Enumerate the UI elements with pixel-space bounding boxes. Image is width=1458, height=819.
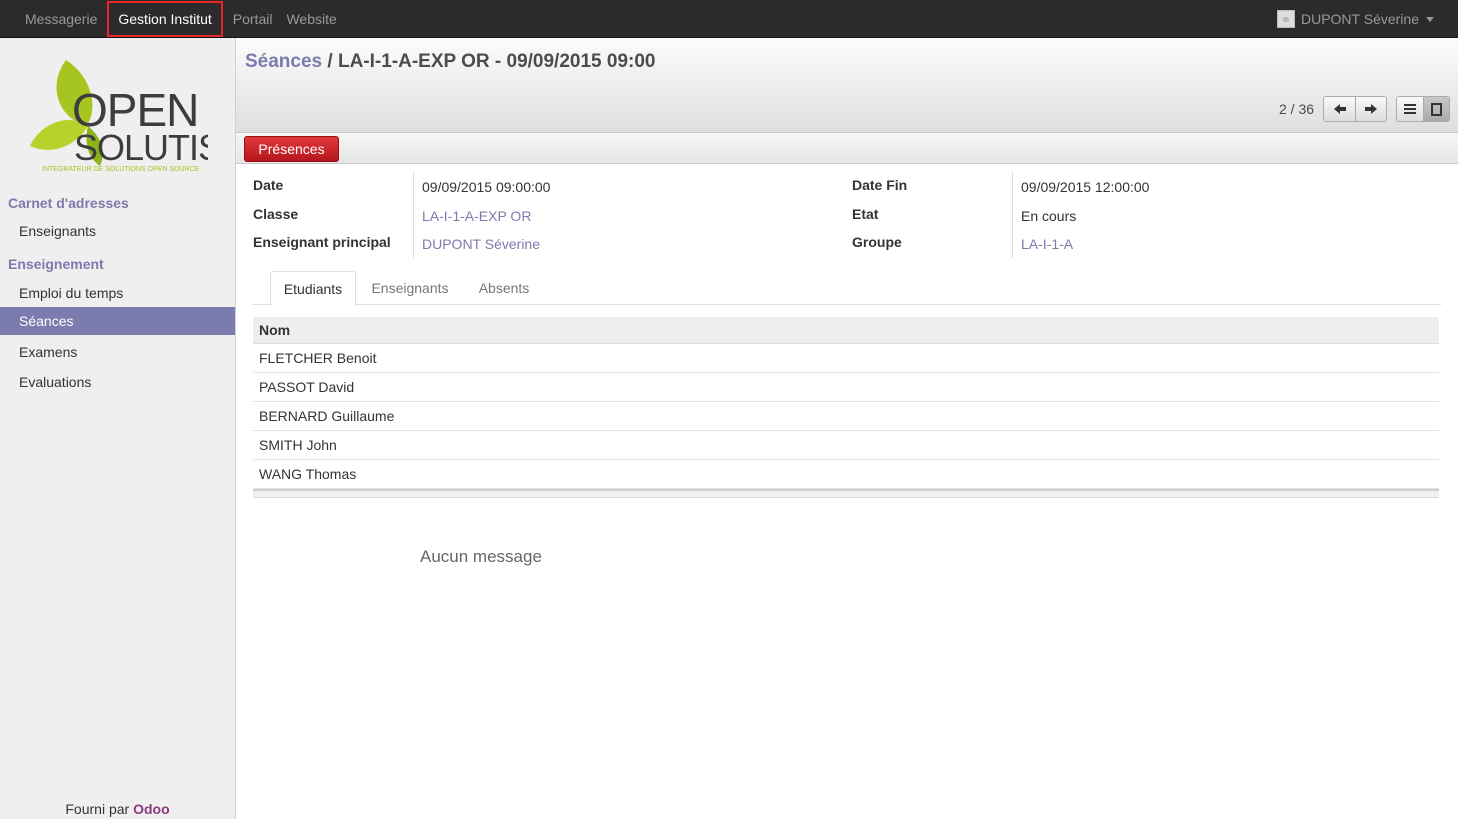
menu-messagerie[interactable]: Messagerie xyxy=(18,0,104,38)
tab-etudiants[interactable]: Etudiants xyxy=(270,271,356,306)
classe-label: Classe xyxy=(253,206,299,222)
menu-portail[interactable]: Portail xyxy=(226,0,280,38)
students-table: Nom FLETCHER Benoit PASSOT David BERNARD… xyxy=(253,317,1439,498)
column-header-nom[interactable]: Nom xyxy=(253,317,1439,344)
menu-website[interactable]: Website xyxy=(279,0,343,38)
pager-counter: 2 / 36 xyxy=(1279,101,1315,117)
user-name: DUPONT Séverine xyxy=(1300,11,1419,27)
classe-link[interactable]: LA-I-1-A-EXP OR xyxy=(422,208,531,224)
table-row[interactable]: WANG Thomas xyxy=(253,460,1439,489)
tab-absents[interactable]: Absents xyxy=(467,271,541,305)
sidebar-item-enseignants[interactable]: Enseignants xyxy=(0,217,235,245)
user-menu[interactable]: DUPONT Séverine xyxy=(1276,0,1434,38)
groupe-label: Groupe xyxy=(852,234,902,250)
breadcrumb-seances-link[interactable]: Séances xyxy=(245,51,322,72)
previous-record-button[interactable] xyxy=(1324,97,1355,121)
form-view-button[interactable] xyxy=(1423,97,1449,121)
sidebar-item-evaluations[interactable]: Evaluations xyxy=(0,368,235,396)
date-fin-label: Date Fin xyxy=(852,177,908,193)
sidebar-item-seances[interactable]: Séances xyxy=(0,307,235,335)
sidebar-footer: Fourni par Odoo xyxy=(0,801,235,817)
enseignant-principal-label: Enseignant principal xyxy=(253,234,391,250)
logo-tagline: INTEGRATEUR DE SOLUTIONS OPEN SOURCE xyxy=(42,166,200,173)
section-carnet-adresses: Carnet d'adresses xyxy=(8,195,129,211)
footer-prefix: Fourni par xyxy=(65,801,130,817)
sidebar: OPEN SOLUTIS INTEGRATEUR DE SOLUTIONS OP… xyxy=(0,38,236,819)
table-row[interactable]: PASSOT David xyxy=(253,373,1439,402)
top-bar: Messagerie Gestion Institut Portail Webs… xyxy=(0,0,1458,38)
sidebar-item-examens[interactable]: Examens xyxy=(0,338,235,366)
date-fin-value: 09/09/2015 12:00:00 xyxy=(1021,179,1150,195)
table-row[interactable]: SMITH John xyxy=(253,431,1439,460)
chevron-down-icon xyxy=(1426,16,1434,22)
groupe-link[interactable]: LA-I-1-A xyxy=(1021,236,1073,252)
pager-buttons xyxy=(1323,96,1387,122)
view-header: Séances / LA-I-1-A-EXP OR - 09/09/2015 0… xyxy=(236,38,1458,133)
next-record-button[interactable] xyxy=(1355,97,1386,121)
form-toolbar: Présences xyxy=(236,133,1458,164)
menu-gestion-institut[interactable]: Gestion Institut xyxy=(107,1,223,37)
sidebar-item-emploi-du-temps[interactable]: Emploi du temps xyxy=(0,279,235,307)
presences-button[interactable]: Présences xyxy=(244,136,339,162)
notebook-tabs: Etudiants Enseignants Absents xyxy=(253,271,1441,306)
company-logo: OPEN SOLUTIS INTEGRATEUR DE SOLUTIONS OP… xyxy=(30,60,208,173)
etat-value: En cours xyxy=(1021,208,1077,224)
form-icon xyxy=(1431,102,1442,116)
list-icon xyxy=(1404,104,1416,114)
enseignant-principal-link[interactable]: DUPONT Séverine xyxy=(422,236,540,252)
record-title: LA-I-1-A-EXP OR - 09/09/2015 09:00 xyxy=(337,51,656,72)
no-message-text: Aucun message xyxy=(420,547,542,566)
top-menu: Messagerie Gestion Institut Portail Webs… xyxy=(18,0,344,38)
field-divider xyxy=(413,172,414,258)
arrow-right-icon xyxy=(1365,104,1377,114)
table-footer xyxy=(253,489,1439,498)
field-divider xyxy=(1012,172,1013,258)
date-label: Date xyxy=(253,177,284,193)
section-enseignement: Enseignement xyxy=(8,256,104,272)
arrow-left-icon xyxy=(1333,104,1346,114)
breadcrumb-separator: / xyxy=(327,51,333,72)
tab-enseignants[interactable]: Enseignants xyxy=(363,271,457,305)
date-value: 09/09/2015 09:00:00 xyxy=(422,179,551,195)
footer-odoo-link[interactable]: Odoo xyxy=(133,801,170,817)
logo-word-solutis: SOLUTIS xyxy=(74,127,208,168)
view-switcher xyxy=(1396,96,1450,122)
etat-label: Etat xyxy=(852,206,879,222)
list-view-button[interactable] xyxy=(1397,97,1423,121)
avatar xyxy=(1276,10,1295,28)
table-row[interactable]: FLETCHER Benoit xyxy=(253,344,1439,373)
table-row[interactable]: BERNARD Guillaume xyxy=(253,402,1439,431)
breadcrumb: Séances / LA-I-1-A-EXP OR - 09/09/2015 0… xyxy=(245,51,655,73)
